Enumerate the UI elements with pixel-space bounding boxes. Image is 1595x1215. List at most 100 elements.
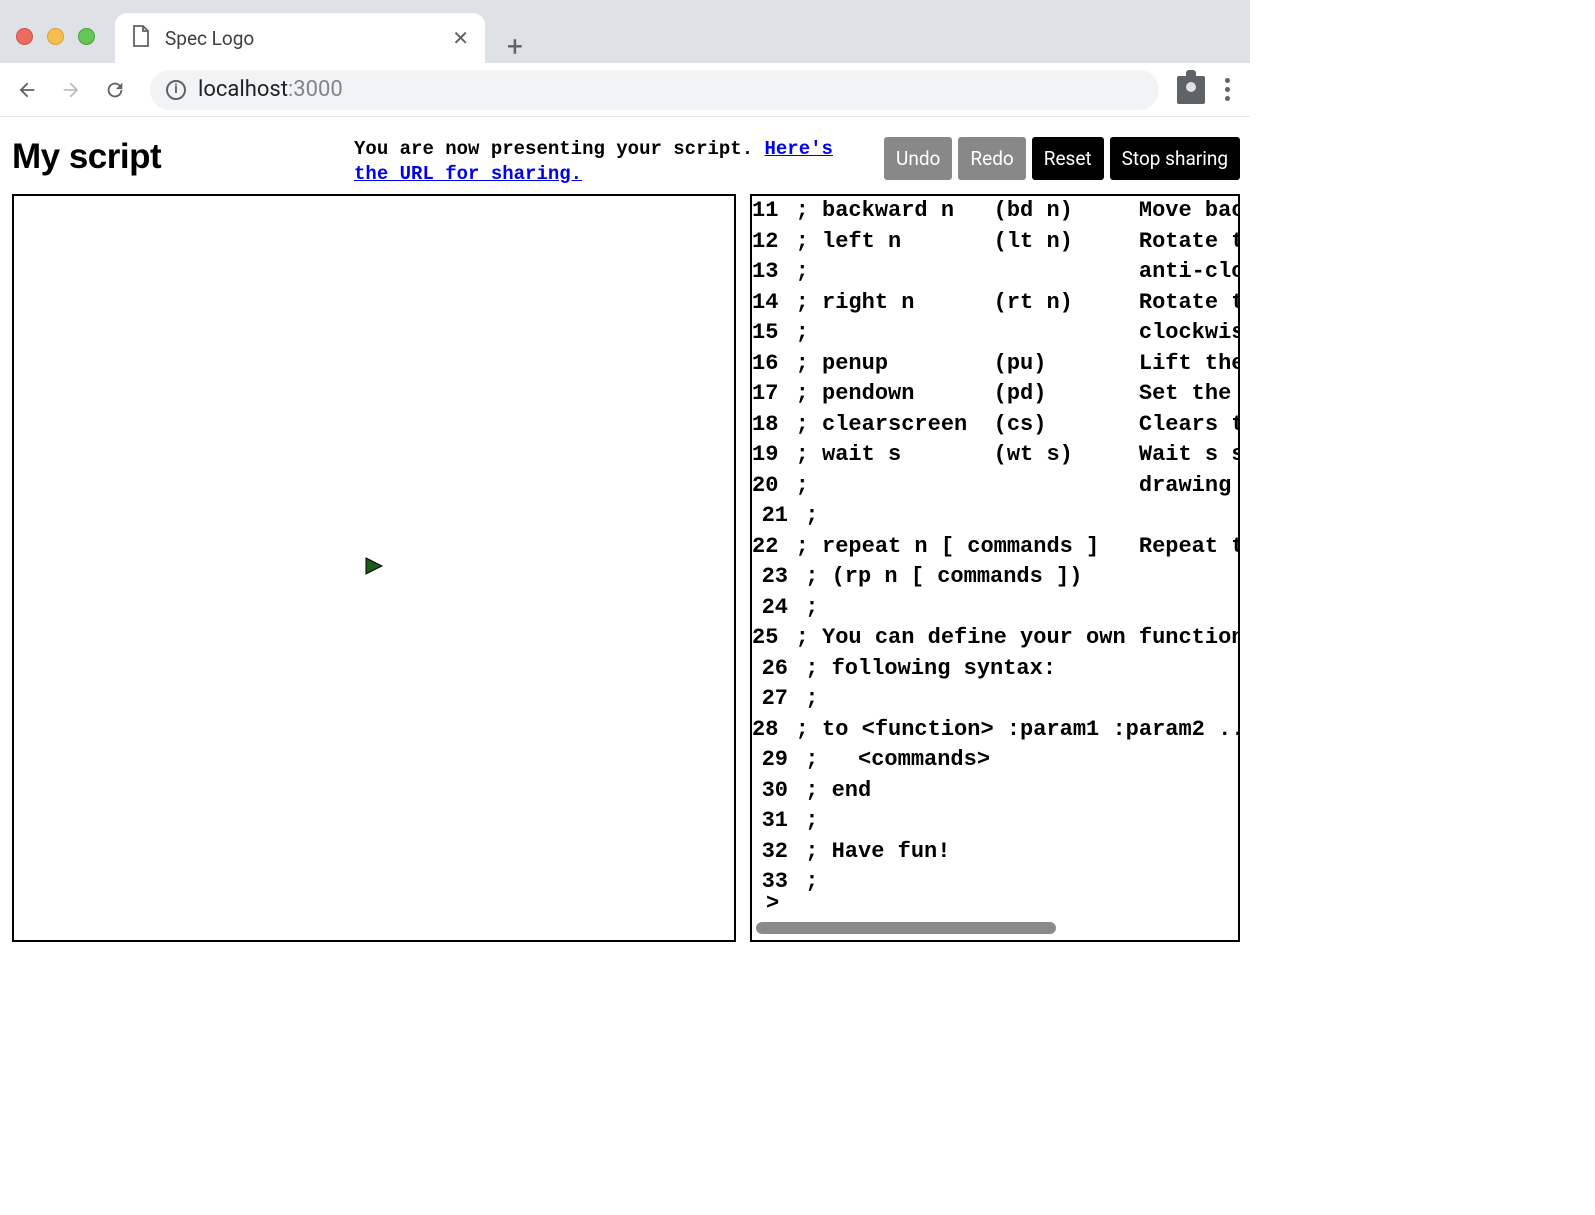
line-text: ; bbox=[792, 501, 818, 532]
code-line: 15 ; clockwise bbox=[752, 318, 1238, 349]
line-number: 22 bbox=[752, 532, 782, 563]
line-number: 33 bbox=[752, 867, 792, 891]
toolbar-buttons: Undo Redo Reset Stop sharing bbox=[884, 137, 1240, 180]
code-line: 26 ; following syntax: bbox=[752, 654, 1238, 685]
presenting-message: You are now presenting your script. Here… bbox=[354, 137, 874, 186]
line-text: ; drawing th bbox=[782, 471, 1238, 502]
line-text: ; to <function> :param1 :param2 ... bbox=[782, 715, 1238, 746]
line-number: 11 bbox=[752, 196, 782, 227]
code-line: 33 ; bbox=[752, 867, 1238, 891]
line-text: ; pendown (pd) Set the pe bbox=[782, 379, 1238, 410]
line-number: 26 bbox=[752, 654, 792, 685]
stop-sharing-button[interactable]: Stop sharing bbox=[1110, 137, 1240, 180]
line-text: ; anti-clock bbox=[782, 257, 1238, 288]
reset-button[interactable]: Reset bbox=[1032, 137, 1104, 180]
scrollbar-thumb[interactable] bbox=[756, 922, 1056, 934]
script-title: My script bbox=[12, 137, 161, 177]
code-pane: 11 ; backward n (bd n) Move backw12 ; le… bbox=[750, 194, 1240, 942]
header: My script You are now presenting your sc… bbox=[12, 137, 1240, 186]
code-line: 16 ; penup (pu) Lift the p bbox=[752, 349, 1238, 380]
code-line: 13 ; anti-clock bbox=[752, 257, 1238, 288]
close-tab-icon[interactable]: ✕ bbox=[452, 26, 469, 50]
turtle-icon bbox=[362, 554, 386, 582]
code-line: 25 ; You can define your own functions bbox=[752, 623, 1238, 654]
site-info-icon[interactable]: i bbox=[166, 80, 186, 100]
line-number: 14 bbox=[752, 288, 782, 319]
line-number: 21 bbox=[752, 501, 792, 532]
code-line: 17 ; pendown (pd) Set the pe bbox=[752, 379, 1238, 410]
code-line: 12 ; left n (lt n) Rotate tur bbox=[752, 227, 1238, 258]
window-minimize-button[interactable] bbox=[47, 28, 64, 45]
line-number: 19 bbox=[752, 440, 782, 471]
back-button[interactable] bbox=[10, 73, 44, 107]
code-line: 27 ; bbox=[752, 684, 1238, 715]
tab-title: Spec Logo bbox=[165, 27, 438, 50]
line-text: ; left n (lt n) Rotate tur bbox=[782, 227, 1238, 258]
browser-tab-strip: Spec Logo ✕ + bbox=[0, 0, 1250, 63]
line-number: 30 bbox=[752, 776, 792, 807]
line-text: ; <commands> bbox=[792, 745, 990, 776]
code-line: 11 ; backward n (bd n) Move backw bbox=[752, 196, 1238, 227]
line-text: ; penup (pu) Lift the p bbox=[782, 349, 1238, 380]
new-tab-button[interactable]: + bbox=[507, 30, 523, 63]
code-line: 28 ; to <function> :param1 :param2 ... bbox=[752, 715, 1238, 746]
code-line: 20 ; drawing th bbox=[752, 471, 1238, 502]
horizontal-scrollbar[interactable] bbox=[756, 920, 1234, 936]
window-maximize-button[interactable] bbox=[78, 28, 95, 45]
line-text: ; clockwise bbox=[782, 318, 1238, 349]
app-root: My script You are now presenting your sc… bbox=[0, 117, 1250, 952]
address-bar[interactable]: i localhost:3000 bbox=[150, 70, 1159, 110]
line-text: ; bbox=[792, 867, 818, 891]
code-line: 14 ; right n (rt n) Rotate tur bbox=[752, 288, 1238, 319]
browser-toolbar: i localhost:3000 bbox=[0, 63, 1250, 117]
browser-tab[interactable]: Spec Logo ✕ bbox=[115, 13, 485, 63]
file-icon bbox=[131, 25, 151, 51]
line-text: ; bbox=[792, 684, 818, 715]
code-line: 19 ; wait s (wt s) Wait s sec bbox=[752, 440, 1238, 471]
line-text: ; (rp n [ commands ]) bbox=[792, 562, 1082, 593]
line-text: ; clearscreen (cs) Clears the bbox=[782, 410, 1238, 441]
drawing-canvas[interactable] bbox=[12, 194, 736, 942]
reload-button[interactable] bbox=[98, 73, 132, 107]
code-line: 22 ; repeat n [ commands ] Repeat the bbox=[752, 532, 1238, 563]
undo-button[interactable]: Undo bbox=[884, 137, 952, 180]
code-line: 18 ; clearscreen (cs) Clears the bbox=[752, 410, 1238, 441]
code-line: 23 ; (rp n [ commands ]) bbox=[752, 562, 1238, 593]
line-number: 23 bbox=[752, 562, 792, 593]
window-controls bbox=[16, 28, 95, 45]
line-text: ; Have fun! bbox=[792, 837, 950, 868]
line-number: 29 bbox=[752, 745, 792, 776]
url-text: localhost:3000 bbox=[198, 77, 343, 102]
code-line: 31 ; bbox=[752, 806, 1238, 837]
line-number: 31 bbox=[752, 806, 792, 837]
code-line: 21 ; bbox=[752, 501, 1238, 532]
line-text: ; repeat n [ commands ] Repeat the bbox=[782, 532, 1238, 563]
code-line: 30 ; end bbox=[752, 776, 1238, 807]
line-text: ; bbox=[792, 593, 818, 624]
line-number: 15 bbox=[752, 318, 782, 349]
profile-icon[interactable] bbox=[1177, 76, 1205, 104]
line-text: ; right n (rt n) Rotate tur bbox=[782, 288, 1238, 319]
window-close-button[interactable] bbox=[16, 28, 33, 45]
panes: 11 ; backward n (bd n) Move backw12 ; le… bbox=[12, 194, 1240, 942]
line-text: ; backward n (bd n) Move backw bbox=[782, 196, 1238, 227]
line-number: 12 bbox=[752, 227, 782, 258]
redo-button[interactable]: Redo bbox=[958, 137, 1025, 180]
code-listing[interactable]: 11 ; backward n (bd n) Move backw12 ; le… bbox=[752, 196, 1238, 891]
line-number: 13 bbox=[752, 257, 782, 288]
prompt[interactable]: > bbox=[752, 891, 1238, 918]
line-number: 27 bbox=[752, 684, 792, 715]
presenting-text: You are now presenting your script. bbox=[354, 138, 764, 160]
code-line: 24 ; bbox=[752, 593, 1238, 624]
line-number: 16 bbox=[752, 349, 782, 380]
line-text: ; You can define your own functions bbox=[782, 623, 1238, 654]
line-number: 17 bbox=[752, 379, 782, 410]
line-text: ; end bbox=[792, 776, 871, 807]
browser-menu-icon[interactable] bbox=[1215, 72, 1240, 107]
line-text: ; following syntax: bbox=[792, 654, 1056, 685]
line-text: ; wait s (wt s) Wait s sec bbox=[782, 440, 1238, 471]
forward-button[interactable] bbox=[54, 73, 88, 107]
line-number: 25 bbox=[752, 623, 782, 654]
line-number: 24 bbox=[752, 593, 792, 624]
line-number: 18 bbox=[752, 410, 782, 441]
